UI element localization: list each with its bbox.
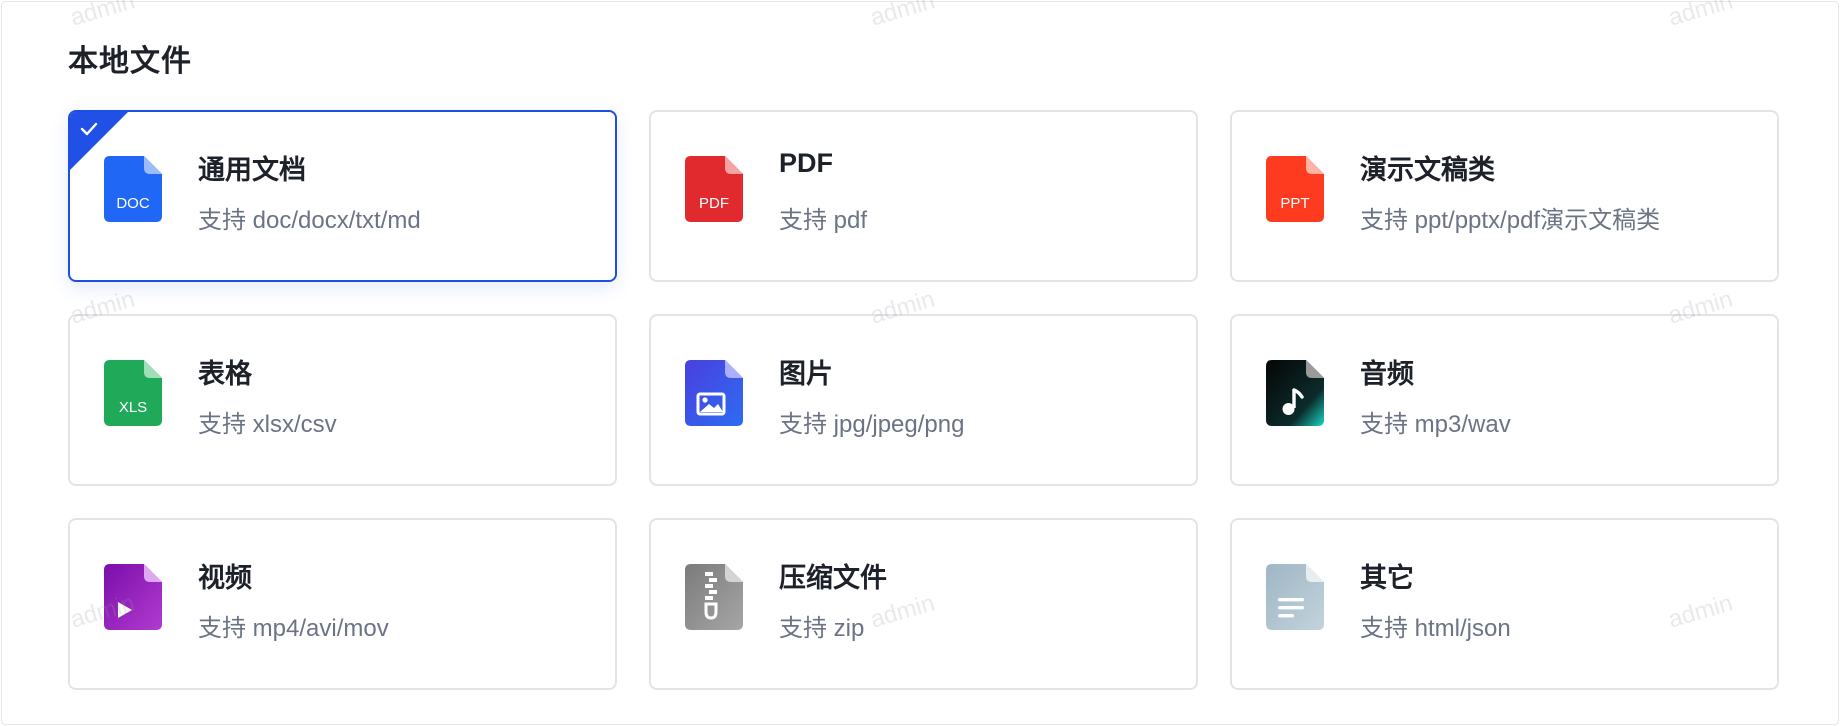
card-desc: 支持 mp3/wav xyxy=(1360,411,1511,438)
card-title: 演示文稿类 xyxy=(1360,155,1495,185)
doc-badge-text: DOC xyxy=(116,195,150,212)
card-desc: 支持 zip xyxy=(779,615,865,642)
card-desc: 支持 ppt/pptx/pdf演示文稿类 xyxy=(1360,207,1661,234)
pdf-badge-text: PDF xyxy=(699,195,729,212)
file-type-card-audio[interactable]: 音频 支持 mp3/wav xyxy=(1230,314,1779,486)
pdf-file-icon: PDF xyxy=(685,156,743,222)
xls-file-icon: XLS xyxy=(104,360,162,426)
file-type-card-doc[interactable]: DOC 通用文档 支持 doc/docx/txt/md xyxy=(68,110,617,282)
card-title: 图片 xyxy=(779,359,833,389)
card-desc: 支持 jpg/jpeg/png xyxy=(779,411,965,438)
card-desc: 支持 mp4/avi/mov xyxy=(198,615,389,642)
card-title: 音频 xyxy=(1360,359,1414,389)
audio-file-icon xyxy=(1266,360,1324,426)
other-file-icon xyxy=(1266,564,1324,630)
file-type-card-ppt[interactable]: PPT 演示文稿类 支持 ppt/pptx/pdf演示文稿类 xyxy=(1230,110,1779,282)
card-desc: 支持 xlsx/csv xyxy=(198,411,337,438)
file-type-card-video[interactable]: 视频 支持 mp4/avi/mov xyxy=(68,518,617,690)
card-title: 其它 xyxy=(1360,563,1414,593)
card-title: 视频 xyxy=(198,563,252,593)
file-type-grid: DOC 通用文档 支持 doc/docx/txt/md PDF PDF 支持 p… xyxy=(68,110,1779,690)
card-desc: 支持 doc/docx/txt/md xyxy=(198,207,421,234)
watermark: admin xyxy=(67,0,138,32)
card-title: 压缩文件 xyxy=(779,563,887,593)
ppt-file-icon: PPT xyxy=(1266,156,1324,222)
watermark: admin xyxy=(1665,0,1736,32)
check-icon xyxy=(80,122,98,136)
file-type-card-pdf[interactable]: PDF PDF 支持 pdf xyxy=(649,110,1198,282)
file-type-card-image[interactable]: 图片 支持 jpg/jpeg/png xyxy=(649,314,1198,486)
doc-file-icon: DOC xyxy=(104,156,162,222)
local-files-panel: 本地文件 DOC 通用文档 支持 doc/docx/txt/md PDF PDF xyxy=(1,0,1839,725)
card-desc: 支持 pdf xyxy=(779,207,868,234)
file-type-card-other[interactable]: 其它 支持 html/json xyxy=(1230,518,1779,690)
zip-file-icon xyxy=(685,564,743,630)
section-title: 本地文件 xyxy=(68,45,192,78)
file-type-card-xls[interactable]: XLS 表格 支持 xlsx/csv xyxy=(68,314,617,486)
video-file-icon xyxy=(104,564,162,630)
image-file-icon xyxy=(685,360,743,426)
watermark: admin xyxy=(867,0,938,32)
card-title: PDF xyxy=(779,148,833,178)
ppt-badge-text: PPT xyxy=(1280,195,1309,212)
card-title: 表格 xyxy=(198,359,252,389)
xls-badge-text: XLS xyxy=(119,399,147,416)
file-type-card-zip[interactable]: 压缩文件 支持 zip xyxy=(649,518,1198,690)
card-desc: 支持 html/json xyxy=(1360,615,1511,642)
card-title: 通用文档 xyxy=(198,155,306,185)
